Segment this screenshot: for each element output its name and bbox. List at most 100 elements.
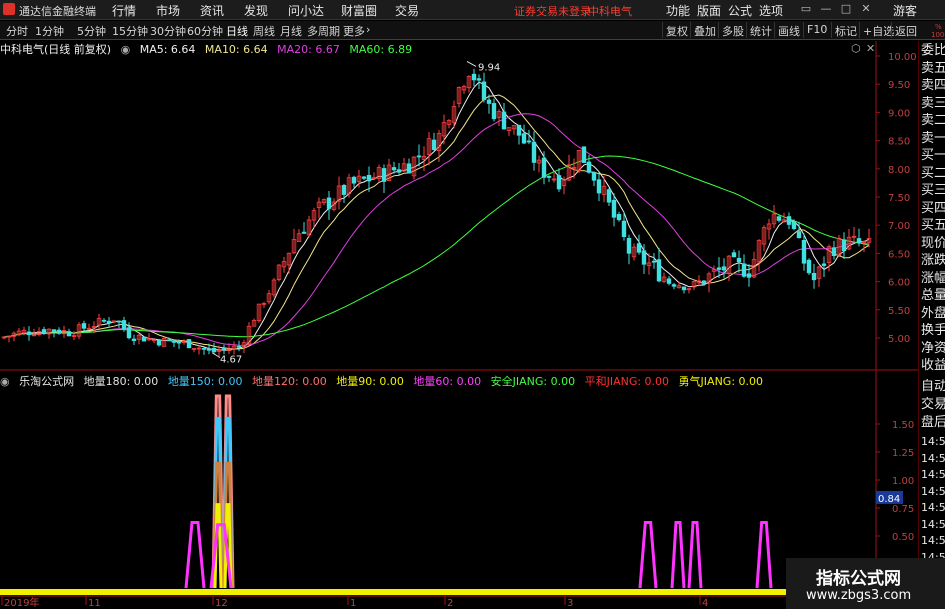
candle-body [66, 331, 72, 337]
side-panel-item[interactable]: 涨跌 [921, 253, 945, 269]
side-panel-item[interactable]: 卖五 [921, 61, 945, 77]
side-panel-item[interactable]: 买五 [921, 218, 945, 234]
ind-item-5: 地量60: 0.00 [413, 375, 482, 388]
spike-magenta [687, 521, 703, 589]
candle-body [486, 99, 492, 104]
price-tick-label: 9.00 [888, 108, 910, 119]
candle-body [731, 252, 737, 258]
date-tick-label: 2 [447, 598, 453, 609]
candle-body [796, 231, 802, 239]
side-panel-item[interactable]: 14:56 [921, 501, 945, 515]
candle-body [301, 231, 307, 234]
quote-side-panel: 委比卖五 卖四卖三 卖二卖一 买一买二 买三买四 买五现价 涨跌涨幅 总量外盘 换手净资 收益自动… [918, 41, 945, 596]
indicator-name[interactable]: 乐淘公式网 [19, 375, 74, 388]
side-panel-item[interactable]: 买一 [921, 148, 945, 164]
price-tick-label: 9.50 [888, 80, 910, 91]
candle-body [546, 175, 552, 178]
chart-pin-icon[interactable]: ⬡ [851, 42, 861, 55]
candle-body [141, 336, 147, 342]
side-panel-item[interactable]: 14:56 [921, 518, 945, 532]
candle-body [471, 73, 477, 81]
candle-body [556, 175, 562, 190]
settings-circle-icon[interactable]: ◉ [121, 43, 131, 56]
side-panel-item[interactable]: 14:56 [921, 534, 945, 548]
ind-tick-label: 1.25 [892, 448, 914, 459]
side-panel-item[interactable]: 盘后 [921, 415, 945, 431]
candle-body [381, 168, 387, 182]
candle-body [716, 267, 722, 270]
candle-body [736, 257, 742, 263]
candle-body [741, 263, 747, 277]
ind-item-6: 安全JIANG: 0.00 [490, 375, 576, 388]
candle-body [481, 81, 487, 100]
kline-chart[interactable]: 10.00 9.50 9.00 8.50 8.00 7.50 7.00 6.50 6.00 5.5… [0, 0, 945, 609]
side-panel-item[interactable]: 14:56 [921, 435, 945, 449]
side-panel-item[interactable]: 总量 [921, 288, 945, 304]
date-tick-label: 1 [350, 598, 356, 609]
candle-body [806, 259, 812, 274]
ind-item-8: 勇气JIANG: 0.00 [678, 375, 764, 388]
candle-body [166, 339, 172, 342]
candle-body [526, 140, 532, 143]
candle-body [811, 272, 817, 281]
candle-body [206, 348, 212, 351]
side-panel-item[interactable]: 现价 [921, 236, 945, 252]
candle-body [611, 199, 617, 218]
candle-body [721, 266, 727, 271]
candle-body [621, 220, 627, 237]
ma10-label: MA10: 6.64 [204, 43, 268, 56]
candle-body [626, 237, 632, 254]
price-tick-label: 8.50 [888, 137, 910, 148]
candle-body [56, 329, 62, 334]
side-panel-item[interactable]: 换手 [921, 323, 945, 339]
side-panel-item[interactable]: 买二 [921, 166, 945, 182]
candle-body [186, 339, 192, 349]
indicator-header: ◉ 乐淘公式网 地量180: 0.00 地量150: 0.00 地量120: 0… [0, 373, 769, 388]
candle-body [581, 146, 587, 163]
indicator-menu-icon[interactable]: ◉ [0, 375, 10, 388]
ma10-line [3, 94, 870, 350]
side-panel-item[interactable]: 交易 [921, 397, 945, 413]
candle-body [176, 341, 182, 344]
ma60-line [3, 155, 870, 338]
side-panel-item[interactable]: 卖三 [921, 96, 945, 112]
ind-tick-label: 1.50 [892, 420, 914, 431]
candle-body [81, 323, 87, 329]
side-panel-item[interactable]: 14:56 [921, 468, 945, 482]
mini-axis-label: 1000 [931, 31, 945, 39]
side-panel-item[interactable]: 卖一 [921, 131, 945, 147]
candle-body [101, 319, 107, 322]
price-tick-label: 7.50 [888, 193, 910, 204]
side-panel-item[interactable]: 买三 [921, 183, 945, 199]
candle-body [126, 327, 132, 339]
ma5-label: MA5: 6.64 [139, 43, 196, 56]
candle-body [656, 259, 662, 282]
side-panel-item[interactable]: 自动 [921, 379, 945, 395]
side-panel-item[interactable]: 卖二 [921, 113, 945, 129]
price-tick-label: 6.50 [888, 249, 910, 260]
ind-item-1: 地量180: 0.00 [83, 375, 159, 388]
candle-body [651, 260, 657, 263]
candle-body [701, 280, 707, 285]
chart-close-icon[interactable]: ✕ [866, 42, 875, 55]
mini-axis-percent: % [935, 23, 942, 31]
candle-body [591, 172, 597, 181]
high-label: 9.94 [478, 62, 500, 73]
candlesticks[interactable] [1, 68, 872, 357]
candle-body [491, 103, 497, 120]
side-panel-item[interactable]: 14:56 [921, 485, 945, 499]
side-panel-item[interactable]: 委比 [921, 43, 945, 59]
candle-body [856, 238, 862, 244]
side-panel-item[interactable]: 14:56 [921, 452, 945, 466]
main-chart-header: 中科电气(日线 前复权) ◉ MA5: 6.64 MA10: 6.64 MA20… [0, 41, 418, 56]
spike-magenta [184, 521, 206, 589]
side-panel-item[interactable]: 涨幅 [921, 271, 945, 287]
side-panel-item[interactable]: 外盘 [921, 306, 945, 322]
ma60-label: MA60: 6.89 [349, 43, 413, 56]
side-panel-item[interactable]: 收益 [921, 358, 945, 374]
chart-axes [0, 41, 918, 605]
side-panel-item[interactable]: 净资 [921, 341, 945, 357]
side-panel-item[interactable]: 买四 [921, 201, 945, 217]
candle-body [521, 133, 527, 144]
side-panel-item[interactable]: 卖四 [921, 78, 945, 94]
